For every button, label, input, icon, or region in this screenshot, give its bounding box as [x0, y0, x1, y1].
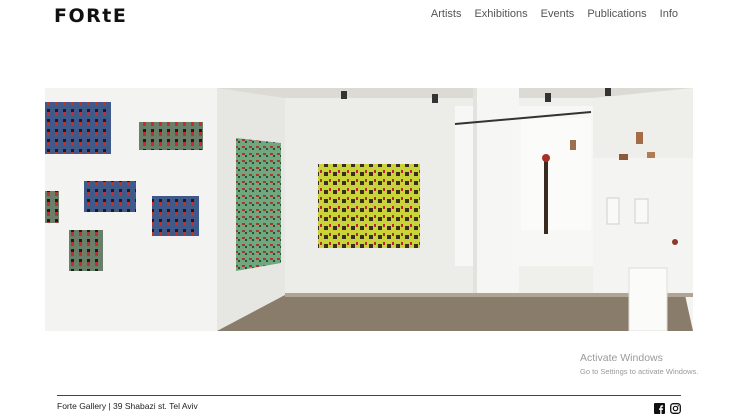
footer-address: Forte Gallery | 39 Shabazi st. Tel Aviv	[57, 401, 198, 411]
site-logo[interactable]: FORtE	[54, 5, 127, 27]
nav-info[interactable]: Info	[660, 8, 678, 20]
nav-artists[interactable]: Artists	[431, 8, 462, 20]
watermark-title: Activate Windows	[580, 352, 663, 364]
windows-activation-watermark: Activate Windows Go to Settings to activ…	[580, 352, 698, 376]
gallery-hero-image	[45, 88, 693, 331]
nav-events[interactable]: Events	[541, 8, 575, 20]
gallery-interior-illustration	[45, 88, 693, 331]
footer-divider	[57, 395, 681, 396]
social-links	[654, 401, 681, 414]
nav-publications[interactable]: Publications	[587, 8, 646, 20]
instagram-icon[interactable]	[670, 401, 681, 414]
watermark-subtitle: Go to Settings to activate Windows.	[580, 367, 699, 376]
nav-exhibitions[interactable]: Exhibitions	[474, 8, 527, 20]
main-nav: Artists Exhibitions Events Publications …	[431, 8, 678, 20]
facebook-icon[interactable]	[654, 401, 665, 414]
